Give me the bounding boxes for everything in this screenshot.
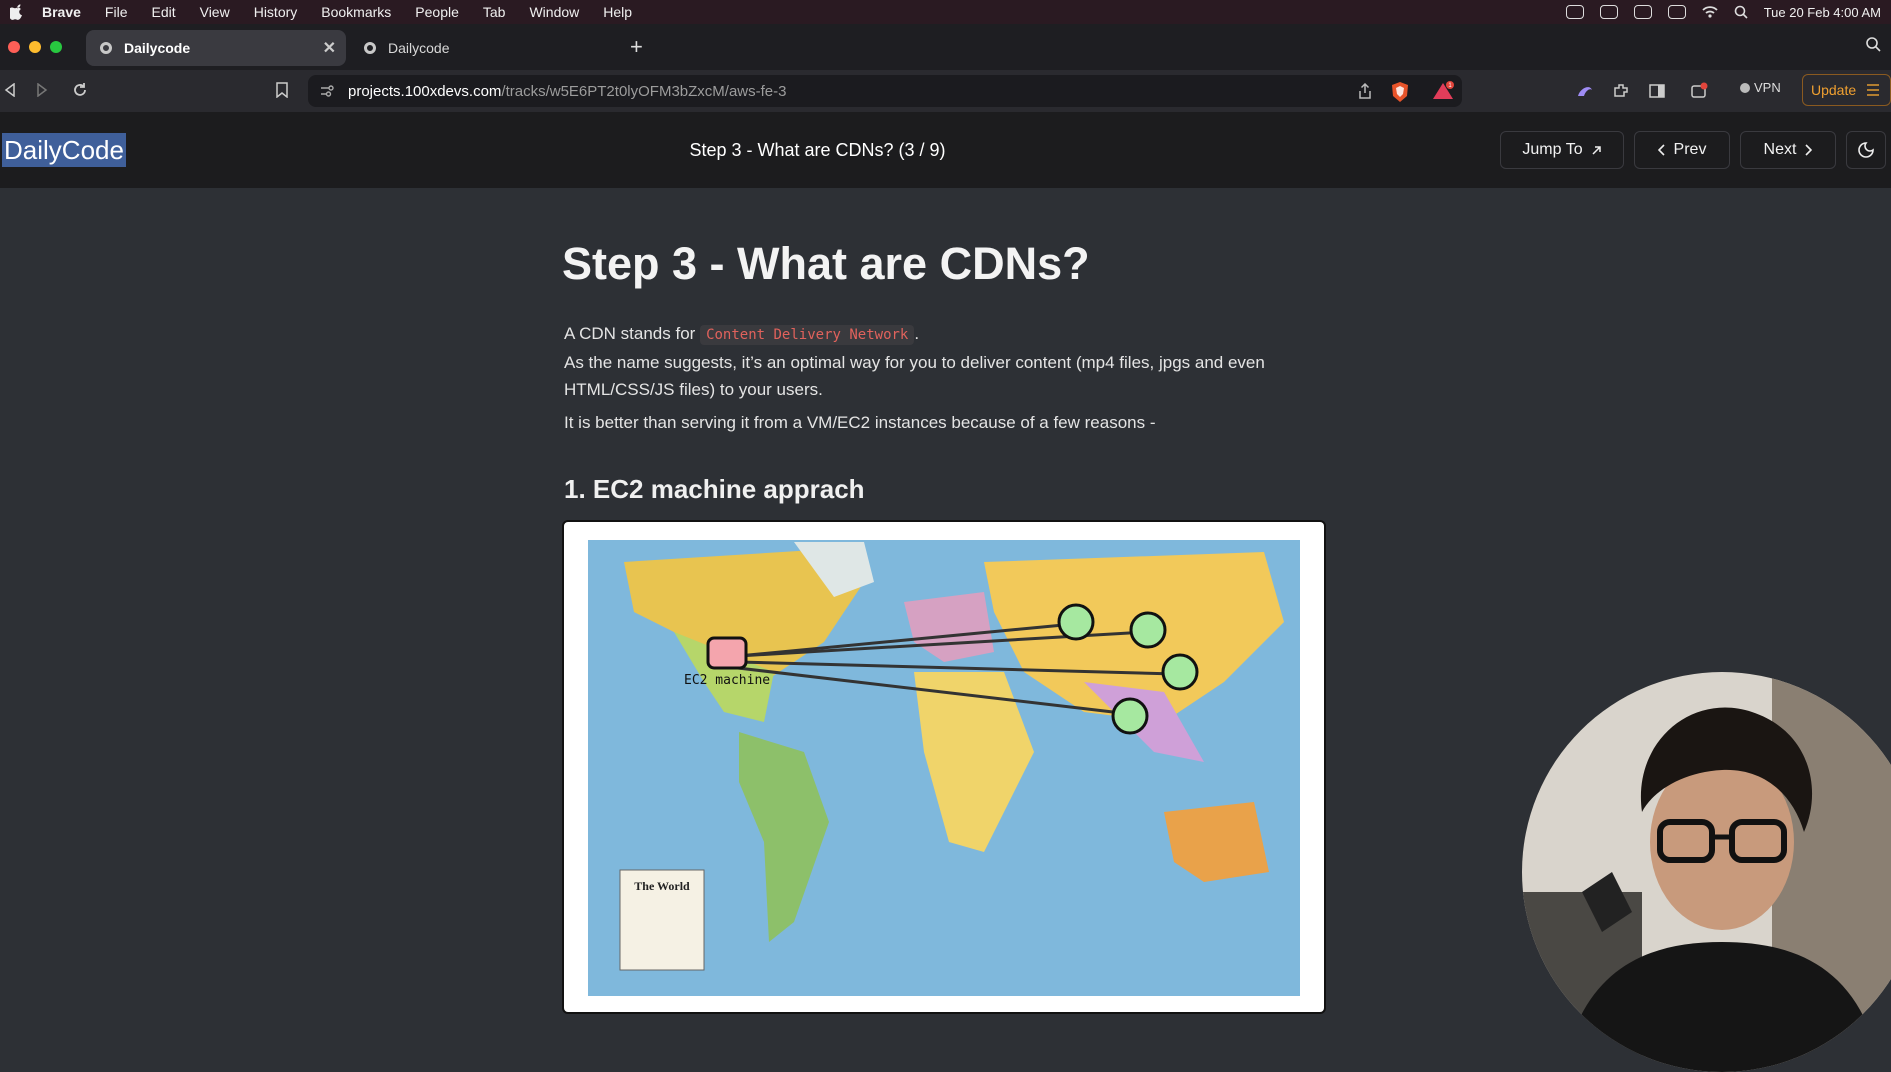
user-node [1057,603,1095,641]
ec2-diagram: The World EC2 machine [562,520,1326,1014]
user-node [1111,697,1149,735]
inset-title: The World [634,879,690,893]
site-header: DailyCode Step 3 - What are CDNs? (3 / 9… [0,112,1891,188]
update-label: Update [1811,82,1857,98]
tab-dailycode[interactable]: Dailycode [350,30,610,66]
status-icon[interactable] [1633,5,1652,19]
update-button[interactable]: Update [1802,74,1891,106]
back-icon[interactable] [0,80,20,100]
step-title: Step 3 - What are CDNs? (3 / 9) [689,140,946,160]
status-icon[interactable] [1599,5,1618,19]
ec2-machine-box [706,636,748,670]
tab-dailycode-active[interactable]: Dailycode ✕ [86,30,346,66]
menu-history[interactable]: History [254,4,298,20]
search-icon[interactable] [1734,5,1748,19]
brave-rewards-icon[interactable]: 1 [1432,81,1454,101]
menu-bar: Brave File Edit View History Bookmarks P… [0,0,1891,24]
minimize-window-button[interactable] [29,41,41,53]
intro-paragraph: A CDN stands for Content Delivery Networ… [564,320,1324,403]
forward-icon[interactable] [32,80,52,100]
status-icon[interactable] [1565,5,1584,19]
sidebar-icon[interactable] [1648,82,1666,100]
menu-window[interactable]: Window [529,4,579,20]
prev-button[interactable]: Prev [1634,131,1730,169]
favicon-icon [100,42,112,54]
status-icon[interactable] [1667,5,1686,19]
section-heading: 1. EC2 machine apprach [564,474,865,504]
external-arrow-icon [1592,145,1601,155]
intro-prefix: A CDN stands for [564,324,696,343]
bookmark-icon[interactable] [272,80,292,100]
menu-file[interactable]: File [105,4,128,20]
close-window-button[interactable] [8,41,20,53]
jump-to-button[interactable]: Jump To [1500,131,1624,169]
favicon-icon [364,42,376,54]
paragraph-text: As the name suggests, it’s an optimal wa… [564,353,1265,399]
share-icon[interactable] [1358,83,1372,99]
url-path: /tracks/w5E6PT2t0lyOFM3bZxcM/aws-fe-3 [501,82,787,100]
zoom-window-button[interactable] [50,41,62,53]
next-label: Next [1763,141,1797,158]
address-bar[interactable]: projects.100xdevs.com/tracks/w5E6PT2t0ly… [308,75,1462,107]
next-button[interactable]: Next [1740,131,1836,169]
menu-bookmarks[interactable]: Bookmarks [321,4,391,20]
vpn-status-icon [1740,82,1750,93]
tab-strip: Dailycode ✕ Dailycode + [0,24,1891,70]
wifi-icon[interactable] [1702,5,1718,19]
theme-toggle-button[interactable] [1846,131,1886,169]
jump-to-label: Jump To [1522,141,1583,158]
leo-ai-icon[interactable] [1576,82,1594,100]
tab-search-icon[interactable] [1865,36,1881,52]
article-heading: Step 3 - What are CDNs? [562,238,1090,289]
ec2-machine-label: EC2 machine [684,673,770,688]
menu-help[interactable]: Help [603,4,632,20]
inline-code: Content Delivery Network [700,325,915,345]
menu-app-name[interactable]: Brave [42,4,81,20]
site-settings-icon[interactable] [320,85,334,97]
browser-toolbar: projects.100xdevs.com/tracks/w5E6PT2t0ly… [0,70,1891,112]
tab-label: Dailycode [388,40,450,56]
vpn-button[interactable]: VPN [1740,80,1781,95]
user-node [1129,611,1167,649]
brave-shields-icon[interactable] [1390,81,1410,103]
new-tab-icon[interactable]: + [630,34,643,60]
user-node [1161,653,1199,691]
menu-people[interactable]: People [415,4,459,20]
menu-edit[interactable]: Edit [151,4,175,20]
prev-label: Prev [1673,141,1707,158]
tab-label: Dailycode [124,40,191,56]
presenter-video [1522,672,1891,1072]
chevron-right-icon [1805,144,1813,156]
chevron-left-icon [1657,144,1665,156]
webcam-overlay [1522,672,1891,1072]
intro-suffix: . [914,324,920,343]
apple-icon[interactable] [10,4,24,20]
menu-view[interactable]: View [200,4,230,20]
url-domain: projects.100xdevs.com [348,82,502,100]
reasons-paragraph: It is better than serving it from a VM/E… [564,413,1156,432]
extensions-icon[interactable] [1612,82,1630,100]
menu-icon [1867,84,1880,96]
clock[interactable]: Tue 20 Feb 4:00 AM [1764,5,1881,20]
reload-icon[interactable] [70,80,90,100]
site-logo[interactable]: DailyCode [2,133,126,167]
world-map-image: The World EC2 machine [588,540,1300,996]
theme-toggle-icon [1858,142,1874,158]
close-tab-icon[interactable]: ✕ [323,38,336,58]
wallet-icon[interactable] [1690,82,1708,100]
menu-tab[interactable]: Tab [483,4,506,20]
vpn-label: VPN [1754,80,1781,95]
